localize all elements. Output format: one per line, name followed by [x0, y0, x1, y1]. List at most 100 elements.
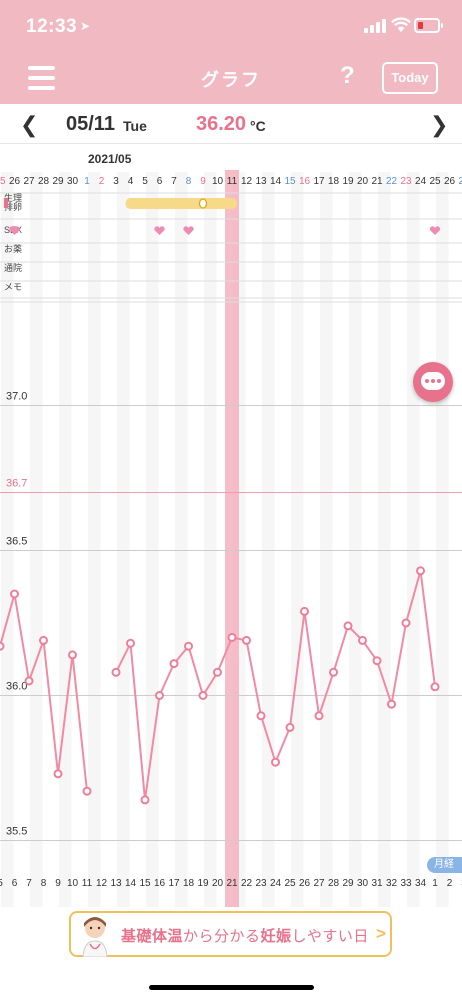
location-arrow-icon: ➤: [80, 19, 91, 33]
selected-date: 05/11: [66, 113, 115, 135]
temperature-point: [314, 711, 324, 721]
temperature-point: [0, 641, 5, 651]
day-column-stripe: [30, 172, 43, 907]
cycle-day-label: 26: [299, 878, 311, 889]
cycle-day-label: 30: [357, 878, 369, 889]
day-label: 11: [227, 176, 238, 187]
temperature-point: [169, 659, 179, 669]
fertile-window-bar: [125, 198, 237, 209]
cycle-day-label: 28: [328, 878, 340, 889]
cycle-day-label: 21: [226, 878, 238, 889]
temperature-chart[interactable]: 2021/05255266277288299301011121231341451…: [0, 144, 462, 907]
temperature-point: [126, 638, 135, 648]
cycle-day-label: 8: [41, 878, 47, 889]
day-column-stripe: [291, 172, 304, 907]
day-label: 25: [429, 176, 441, 187]
temperature-point: [39, 635, 48, 645]
day-label: 2: [99, 176, 105, 187]
temperature-point: [300, 606, 309, 616]
cycle-day-label: 11: [82, 878, 93, 889]
cycle-day-label: 17: [168, 878, 180, 889]
cycle-day-label: 25: [284, 878, 296, 889]
temperature-point: [213, 667, 222, 677]
cycle-day-label: 6: [12, 878, 18, 889]
temperature-point: [68, 650, 77, 660]
day-label: 15: [284, 176, 296, 187]
y-tick-label: 36.5: [6, 536, 27, 548]
temperature-point: [329, 667, 338, 677]
month-label: 2021/05: [88, 152, 132, 166]
y-tick-label: 35.5: [6, 826, 27, 838]
temperature-point: [242, 635, 251, 645]
day-column-stripe: [349, 172, 362, 907]
day-label: 10: [212, 176, 224, 187]
cycle-day-label: 1: [432, 878, 438, 889]
temperature-chart-svg[interactable]: 2021/05255266277288299301011121231341451…: [0, 144, 462, 907]
status-bar: 12:33 ➤: [0, 0, 462, 52]
day-column-stripe: [262, 172, 275, 907]
temperature-point: [155, 691, 164, 700]
cycle-day-label: 14: [125, 878, 137, 889]
cycle-day-label: 2: [447, 878, 453, 889]
day-column-stripe: [407, 172, 420, 907]
day-column-stripe: [175, 172, 188, 907]
nav-bar: グラフ ? Today: [0, 52, 462, 104]
day-label: 23: [400, 176, 412, 187]
cycle-day-label: 13: [110, 878, 122, 889]
temperature-point: [53, 769, 63, 779]
banner-text: 基礎体温から分かる妊娠しやすい日: [121, 928, 369, 945]
next-day-button[interactable]: ❯: [430, 112, 448, 138]
cycle-day-label: 18: [183, 878, 195, 889]
y-tick-label: 36.0: [6, 681, 27, 693]
day-label: 20: [357, 176, 369, 187]
cycle-day-label: 34: [415, 878, 427, 889]
temperature-unit: °C: [250, 118, 266, 134]
fertility-banner[interactable]: 基礎体温から分かる妊娠しやすい日 >: [69, 911, 392, 957]
prev-day-button[interactable]: ❮: [20, 112, 38, 138]
temperature-point: [343, 621, 353, 631]
day-label: 4: [128, 176, 134, 187]
cycle-day-label: 23: [255, 878, 267, 889]
today-button[interactable]: Today: [382, 62, 438, 94]
y-tick-label: 37.0: [6, 391, 27, 403]
day-label: 8: [186, 176, 192, 187]
temperature-point: [184, 641, 193, 651]
day-label: 13: [255, 176, 267, 187]
day-label: 5: [142, 176, 148, 187]
cycle-day-label: 12: [96, 878, 108, 889]
day-label: 17: [313, 176, 325, 187]
date-bar: ❮ 05/11 Tue 36.20 °C ❯: [0, 104, 462, 144]
temperature-point: [285, 722, 295, 732]
cycle-day-label: 22: [241, 878, 253, 889]
day-label: 28: [38, 176, 50, 187]
row-label: お薬: [4, 243, 22, 254]
chevron-right-icon: >: [376, 924, 386, 943]
month-button[interactable]: 月経: [427, 857, 462, 873]
help-button[interactable]: ?: [340, 62, 355, 90]
cycle-day-label: 32: [386, 878, 398, 889]
day-label: 14: [270, 176, 282, 187]
temperature-point: [358, 635, 367, 645]
cycle-day-label: 29: [342, 878, 354, 889]
battery-low-icon: [414, 18, 440, 33]
cycle-day-label: 5: [0, 878, 3, 889]
ovulation-egg-icon: [198, 198, 208, 209]
day-column-stripe: [320, 172, 333, 907]
day-label: 21: [371, 176, 383, 187]
selected-temperature: 36.20: [196, 113, 247, 135]
cycle-day-label: 7: [26, 878, 32, 889]
cycle-day-label: 27: [313, 878, 325, 889]
temperature-point: [372, 656, 382, 666]
temperature-point: [10, 589, 19, 599]
temperature-point: [256, 711, 266, 721]
day-label: 22: [386, 176, 398, 187]
temperature-point: [227, 633, 237, 642]
battery-tip: [441, 23, 443, 28]
nurse-icon: [82, 917, 108, 957]
temperature-point: [271, 757, 280, 767]
cycle-day-label: 31: [371, 878, 383, 889]
chat-button[interactable]: [413, 362, 453, 402]
row-label: 通院: [4, 262, 22, 273]
day-label: 26: [9, 176, 21, 187]
temperature-point: [401, 618, 411, 628]
